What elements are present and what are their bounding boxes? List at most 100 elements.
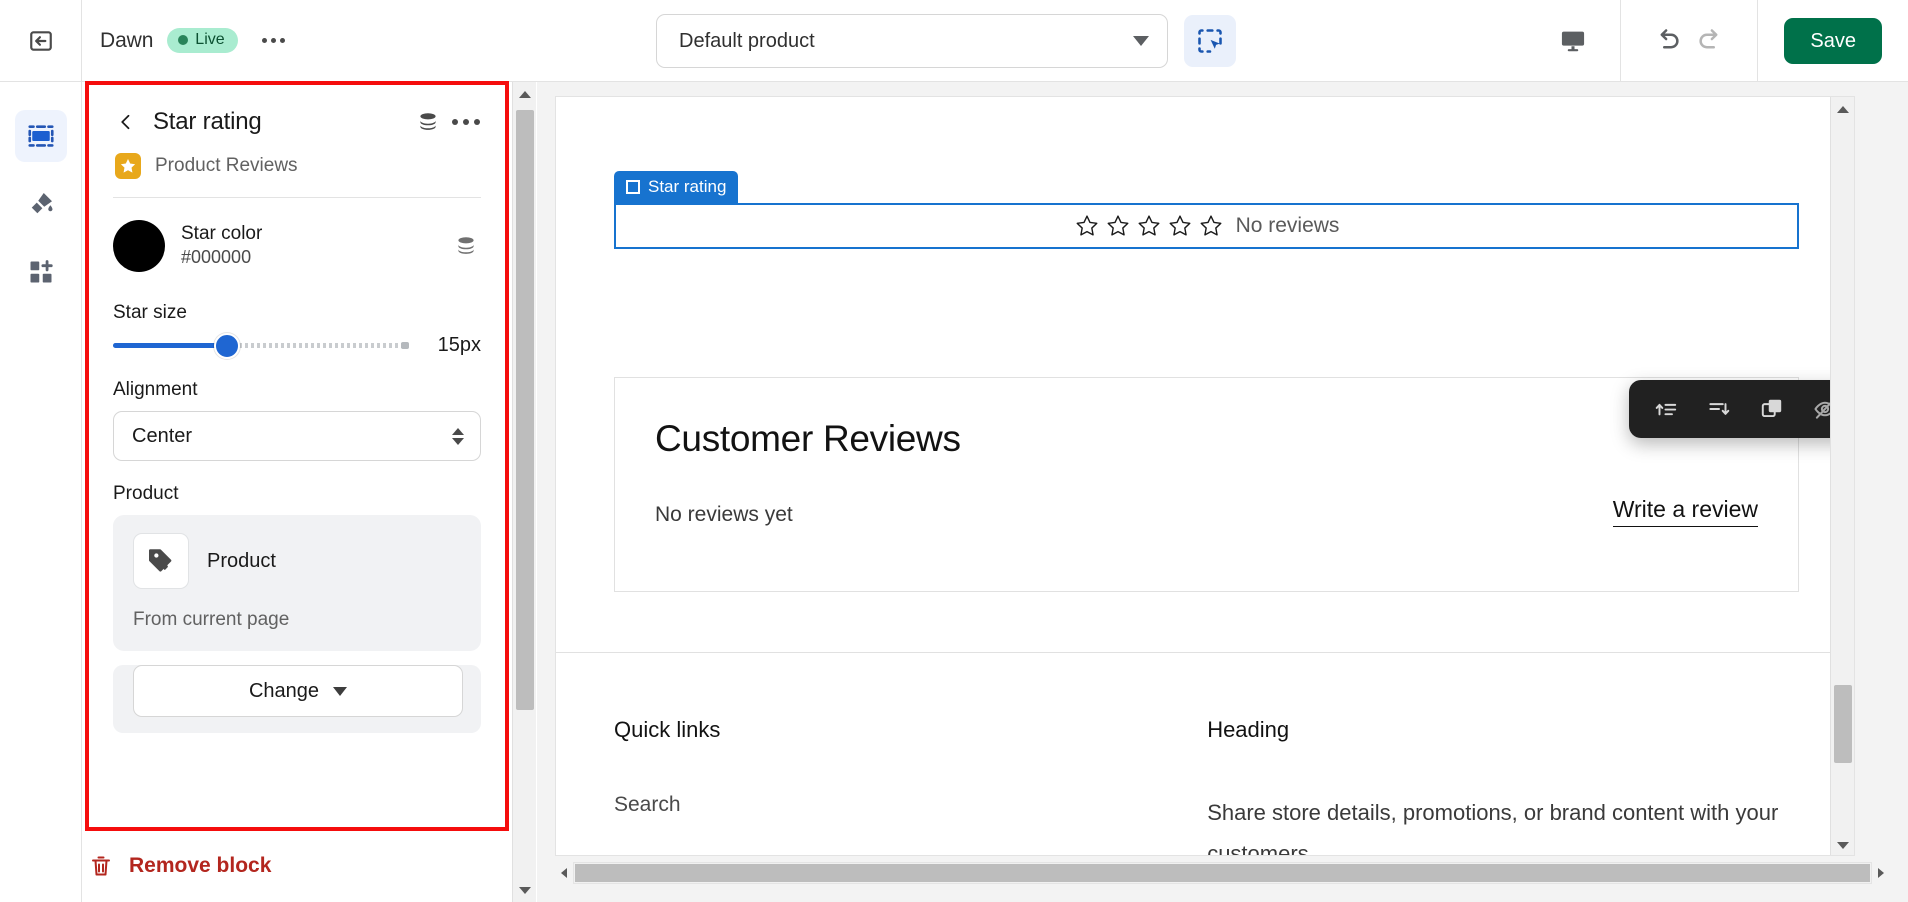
redo-icon [1699, 28, 1718, 48]
star-rating-block[interactable]: No reviews [614, 203, 1799, 249]
frame-corners-icon [626, 180, 640, 194]
select-area-cursor-icon [1198, 29, 1222, 53]
star-outline-icon [1107, 215, 1129, 236]
store-page: Star rating No reviews Customer Reviews … [556, 97, 1854, 855]
star-size-slider[interactable] [113, 332, 409, 359]
quick-links-heading: Quick links [614, 717, 721, 742]
panel-more-button[interactable] [451, 107, 481, 137]
alignment-label: Alignment [113, 379, 198, 400]
color-dynamic-source-button[interactable] [451, 231, 481, 261]
storefront-preview: Star rating No reviews Customer Reviews … [555, 96, 1855, 856]
preview-vertical-scrollbar[interactable] [1830, 97, 1854, 855]
footer-divider [556, 652, 1854, 653]
star-size-label: Star size [113, 302, 187, 323]
product-label: Product [113, 483, 179, 504]
duplicate-button[interactable] [1750, 387, 1794, 431]
triangle-right-icon [1878, 868, 1884, 878]
preview-scroll-right-button[interactable] [1872, 863, 1890, 883]
move-down-button[interactable] [1697, 387, 1741, 431]
slider-thumb[interactable] [214, 332, 241, 359]
rail-item-apps[interactable] [15, 246, 67, 298]
preview-scroll-thumb[interactable] [1834, 685, 1852, 763]
preview-area: Star rating No reviews Customer Reviews … [537, 82, 1908, 902]
slider-fill [113, 343, 226, 348]
color-swatch[interactable] [113, 220, 165, 272]
sidebar-scroll-down-button[interactable] [513, 878, 537, 902]
preview-horizontal-scrollbar[interactable] [537, 858, 1908, 888]
star-rating-text: No reviews [1235, 214, 1340, 237]
ellipsis-icon [262, 38, 268, 43]
block-settings-panel: Star rating Product Reviews Star color #… [89, 85, 505, 733]
undo-button[interactable] [1647, 20, 1689, 62]
exit-editor-button[interactable] [21, 21, 61, 61]
panel-dynamic-source-button[interactable] [413, 107, 443, 137]
reviews-row: No reviews yet Write a review [655, 496, 1758, 527]
select-area-button[interactable] [1184, 15, 1236, 67]
redo-button[interactable] [1689, 20, 1731, 62]
remove-block-button[interactable]: Remove block [89, 853, 505, 879]
save-button[interactable]: Save [1784, 17, 1882, 64]
desktop-icon [1562, 31, 1585, 51]
preview-scroll-left-button[interactable] [555, 863, 573, 883]
slider-end-cap [401, 342, 409, 349]
customer-reviews-card: Customer Reviews No reviews yet Write a … [614, 377, 1799, 592]
product-source: From current page [133, 609, 290, 630]
triangle-left-icon [561, 868, 567, 878]
top-right-actions: Save [1526, 0, 1908, 81]
star-rating-stars [1074, 213, 1224, 239]
database-stack-icon [458, 237, 474, 254]
product-tag-icon [149, 549, 172, 572]
preview-scroll-down-button[interactable] [1831, 833, 1854, 855]
theme-more-button[interactable] [254, 21, 294, 61]
star-outline-icon [1169, 215, 1191, 236]
change-button-label: Change [248, 679, 320, 702]
move-down-icon [1708, 403, 1729, 415]
trash-icon [92, 856, 110, 876]
alignment-value: Center [132, 424, 193, 447]
page-selector-value: Default product [679, 29, 815, 52]
change-product-button[interactable]: Change [133, 665, 463, 717]
caret-down-icon [333, 686, 348, 696]
alignment-select[interactable]: Center [113, 411, 481, 461]
preview-hscroll-track[interactable] [573, 862, 1872, 884]
store-footer: Quick links Search Heading Share store d… [614, 717, 1799, 855]
device-preview-cell [1526, 0, 1620, 81]
undo-icon [1660, 28, 1680, 48]
app-badge [115, 153, 141, 179]
star-size-setting: 15px [113, 332, 481, 359]
page-controls: Default product [656, 14, 1236, 68]
product-card-title: Product [207, 549, 276, 572]
panel-body: Star color #000000 Star size 15px Alignm… [89, 198, 505, 733]
change-button-wrap: Change [113, 665, 481, 733]
star-outline-icon [1200, 215, 1222, 236]
star-icon [120, 158, 136, 173]
back-button[interactable] [113, 109, 139, 135]
sidebar-scrollbar[interactable] [512, 82, 536, 902]
preview-scroll-up-button[interactable] [1831, 97, 1854, 121]
selected-block-tab[interactable]: Star rating [614, 171, 739, 203]
rail-item-sections[interactable] [14, 110, 67, 162]
theme-name: Dawn [100, 28, 154, 52]
page-selector[interactable]: Default product [656, 14, 1168, 68]
remove-block-label: Remove block [129, 854, 272, 877]
desktop-preview-button[interactable] [1552, 20, 1594, 62]
chevron-down-icon [1133, 36, 1149, 46]
triangle-up-icon [519, 90, 531, 98]
preview-hscroll-thumb[interactable] [575, 864, 1870, 882]
footer-column-quick-links: Quick links Search [614, 717, 1107, 855]
star-outline-icon [1076, 215, 1098, 236]
database-stack-icon [420, 113, 436, 130]
status-badge-label: Live [195, 31, 225, 48]
rail-item-theme-settings[interactable] [15, 178, 67, 230]
top-toolbar: Dawn Live Default product Save [0, 0, 1908, 82]
sidebar-scroll-thumb[interactable] [516, 110, 534, 710]
footer-link-search[interactable]: Search [614, 793, 1107, 817]
save-cell: Save [1757, 0, 1908, 81]
move-up-button[interactable] [1644, 387, 1688, 431]
product-card: Product From current page [113, 515, 481, 651]
star-color-setting[interactable]: Star color #000000 [113, 198, 481, 280]
write-review-link[interactable]: Write a review [1612, 496, 1758, 527]
history-cell [1620, 0, 1757, 81]
sidebar-scroll-up-button[interactable] [513, 82, 537, 106]
theme-editor: Dawn Live Default product Save Star rati… [0, 0, 1908, 902]
